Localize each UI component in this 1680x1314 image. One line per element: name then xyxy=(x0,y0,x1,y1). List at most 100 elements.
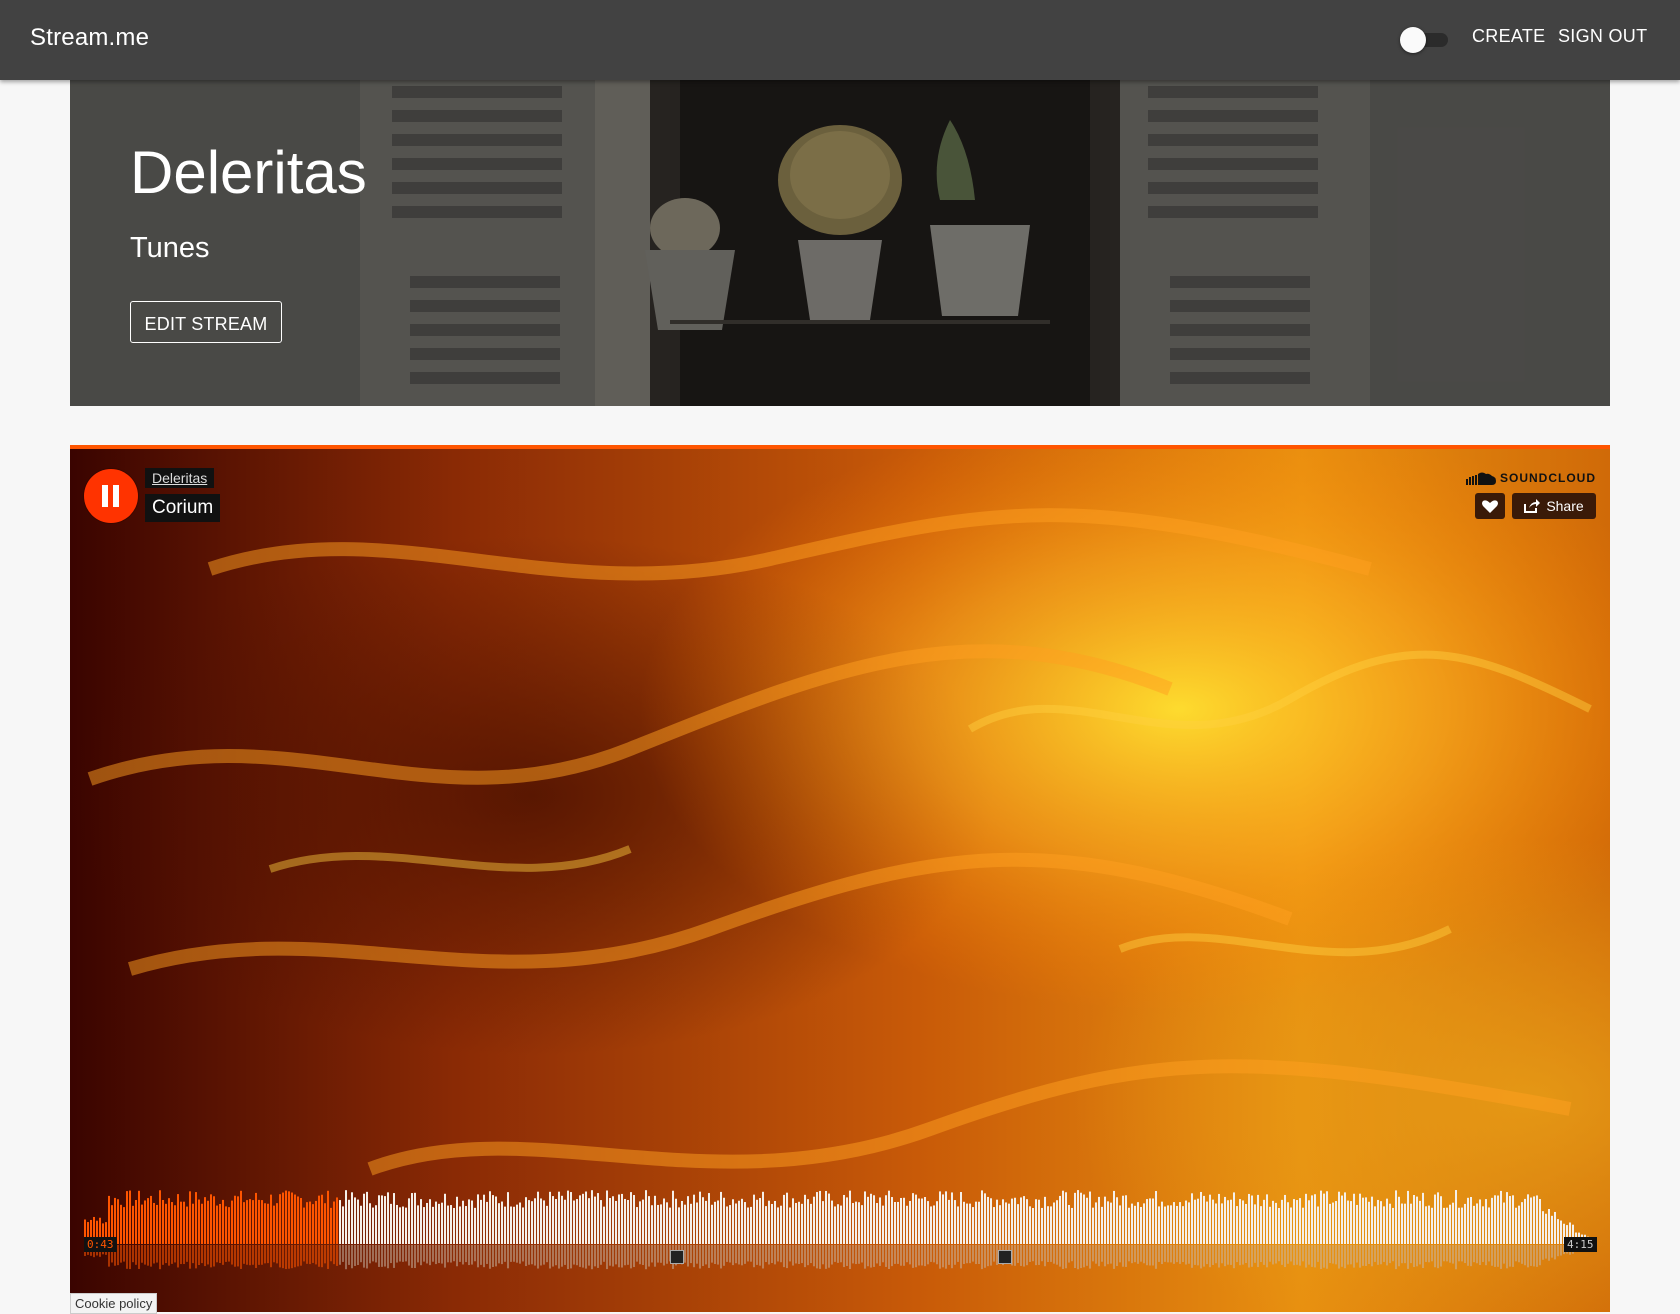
waveform-reflection-bar xyxy=(663,1245,665,1266)
waveform-bar xyxy=(909,1200,911,1244)
waveform-bar xyxy=(1032,1207,1034,1244)
waveform-bar xyxy=(1062,1190,1064,1244)
waveform-reflection-bar xyxy=(528,1245,530,1265)
waveform-reflection-bar xyxy=(774,1245,776,1265)
waveform-bar xyxy=(1233,1192,1235,1244)
waveform-bar xyxy=(774,1200,776,1244)
waveform-reflection-bar xyxy=(1407,1245,1409,1269)
brand-title[interactable]: Stream.me xyxy=(30,24,149,52)
waveform-bar xyxy=(1305,1193,1307,1244)
waveform-reflection-bar xyxy=(1278,1245,1280,1262)
waveform-reflection-bar xyxy=(714,1245,716,1264)
waveform-bar xyxy=(1116,1197,1118,1244)
waveform-bar xyxy=(1455,1190,1457,1244)
waveform-reflection-bar xyxy=(306,1245,308,1264)
waveform-reflection-bar xyxy=(414,1245,416,1269)
waveform-bar xyxy=(1293,1199,1295,1244)
waveform-reflection-bar xyxy=(1302,1245,1304,1262)
waveform-reflection-bar xyxy=(1014,1245,1016,1266)
waveform-reflection-bar xyxy=(147,1245,149,1266)
pause-button[interactable] xyxy=(84,469,138,523)
soundcloud-logo[interactable]: SOUNDCLOUD xyxy=(1466,471,1596,485)
dark-mode-toggle[interactable] xyxy=(1400,27,1448,53)
waveform-bar xyxy=(276,1203,278,1244)
waveform-bar xyxy=(963,1201,965,1244)
waveform-reflection-bar xyxy=(144,1245,146,1265)
waveform-bar xyxy=(666,1202,668,1244)
create-button[interactable]: CREATE xyxy=(1472,26,1545,47)
waveform-bar xyxy=(1425,1206,1427,1244)
waveform-reflection-bar xyxy=(1206,1245,1208,1265)
waveform-bar xyxy=(969,1203,971,1244)
waveform-reflection-bar xyxy=(1053,1245,1055,1264)
waveform-reflection-bar xyxy=(813,1245,815,1267)
waveform-reflection-bar xyxy=(201,1245,203,1264)
waveform-bar xyxy=(552,1196,554,1244)
waveform-bar xyxy=(1374,1206,1376,1244)
waveform-reflection-bar xyxy=(630,1245,632,1269)
waveform-reflection-bar xyxy=(1317,1245,1319,1262)
waveform-reflection-bar xyxy=(1311,1245,1313,1267)
share-button[interactable]: Share xyxy=(1512,493,1596,519)
waveform-reflection-bar xyxy=(1239,1245,1241,1266)
sign-out-button[interactable]: SIGN OUT xyxy=(1558,26,1647,47)
waveform-reflection-bar xyxy=(234,1245,236,1267)
waveform-reflection-bar xyxy=(504,1245,506,1262)
waveform-bar xyxy=(1224,1196,1226,1244)
waveform-bar xyxy=(216,1205,218,1244)
share-label: Share xyxy=(1546,498,1584,514)
waveform-bar xyxy=(999,1205,1001,1244)
waveform-bar xyxy=(792,1198,794,1244)
comment-avatar-marker[interactable] xyxy=(670,1250,684,1264)
waveform-reflection-bar xyxy=(1545,1245,1547,1259)
waveform-reflection-bar xyxy=(1116,1245,1118,1267)
waveform-reflection-bar xyxy=(729,1245,731,1263)
waveform-bar xyxy=(1443,1207,1445,1244)
waveform-reflection-bar xyxy=(525,1245,527,1267)
waveform-bar xyxy=(132,1205,134,1244)
waveform-bar xyxy=(1227,1200,1229,1244)
waveform-bar xyxy=(546,1205,548,1244)
stream-title: Deleritas xyxy=(130,139,367,206)
waveform-bar xyxy=(1140,1206,1142,1244)
waveform-bar xyxy=(1026,1199,1028,1244)
like-button[interactable] xyxy=(1475,493,1505,519)
waveform-bar xyxy=(897,1201,899,1244)
waveform-bar xyxy=(1041,1207,1043,1244)
waveform-reflection-bar xyxy=(162,1245,164,1265)
waveform-reflection-bar xyxy=(1026,1245,1028,1266)
waveform-reflection-bar xyxy=(981,1245,983,1270)
waveform-bar xyxy=(351,1192,353,1244)
waveform-reflection-bar xyxy=(1548,1245,1550,1261)
waveform-scrubber[interactable] xyxy=(84,1186,1596,1276)
waveform-reflection-bar xyxy=(279,1245,281,1268)
waveform-bar xyxy=(1119,1205,1121,1244)
edit-stream-button[interactable]: EDIT STREAM xyxy=(130,301,282,343)
waveform-reflection-bar xyxy=(1170,1245,1172,1263)
waveform-reflection-bar xyxy=(780,1245,782,1263)
waveform-bar xyxy=(912,1193,914,1244)
waveform-bar xyxy=(597,1193,599,1244)
track-artist-link[interactable]: Deleritas xyxy=(145,468,215,488)
waveform-bar xyxy=(1110,1202,1112,1244)
waveform-bar xyxy=(1029,1206,1031,1244)
comment-avatar-marker[interactable] xyxy=(998,1250,1012,1264)
waveform-bar xyxy=(987,1196,989,1244)
cookie-policy-link[interactable]: Cookie policy xyxy=(70,1293,158,1314)
waveform-bar xyxy=(1086,1197,1088,1244)
waveform-bar xyxy=(1323,1193,1325,1244)
waveform-bar xyxy=(741,1198,743,1244)
waveform-bar xyxy=(468,1199,470,1244)
waveform-bar xyxy=(117,1199,119,1244)
waveform-reflection-bar xyxy=(273,1245,275,1263)
waveform-bar xyxy=(1413,1194,1415,1244)
waveform-reflection-bar xyxy=(882,1245,884,1263)
waveform-bar xyxy=(258,1199,260,1244)
waveform-bar xyxy=(159,1190,161,1244)
waveform-bar xyxy=(951,1192,953,1244)
waveform-reflection-bar xyxy=(1515,1245,1517,1262)
waveform-bar xyxy=(879,1197,881,1244)
waveform-reflection-bar xyxy=(732,1245,734,1266)
waveform-reflection-bar xyxy=(1551,1245,1553,1258)
track-title-link[interactable]: Corium xyxy=(145,494,221,522)
